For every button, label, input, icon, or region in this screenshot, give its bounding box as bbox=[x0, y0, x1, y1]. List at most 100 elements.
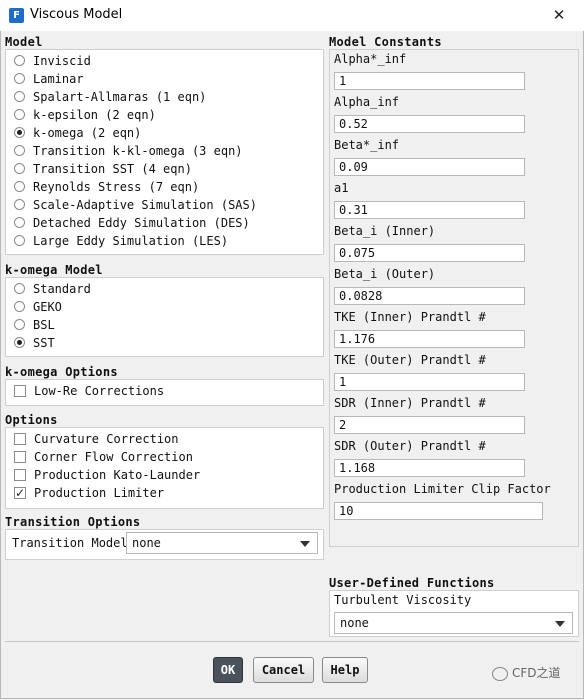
checkbox-label: Production Limiter bbox=[34, 486, 165, 500]
ok-button[interactable]: OK bbox=[213, 657, 243, 683]
udf-section-title: User-Defined Functions bbox=[329, 576, 495, 590]
model-option-detached-eddy-simulation-des[interactable]: Detached Eddy Simulation (DES) bbox=[14, 215, 250, 232]
constant-input-beta-i-outer[interactable]: 0.0828 bbox=[334, 287, 525, 305]
radio-button[interactable] bbox=[14, 145, 25, 156]
constant-input-alpha-inf[interactable]: 1 bbox=[334, 72, 525, 90]
komega-check-low-re-corrections[interactable]: Low-Re Corrections bbox=[14, 383, 164, 400]
option-check-corner-flow-correction[interactable]: Corner Flow Correction bbox=[14, 449, 193, 466]
constant-label-production-limiter-clip-factor: Production Limiter Clip Factor bbox=[334, 482, 551, 496]
watermark-text: CFD之道 bbox=[512, 666, 561, 680]
checkbox[interactable] bbox=[14, 384, 26, 397]
constant-label-beta-i-outer: Beta_i (Outer) bbox=[334, 267, 436, 281]
constant-label-beta-i-inner: Beta_i (Inner) bbox=[334, 224, 436, 238]
checkbox[interactable] bbox=[14, 432, 26, 445]
window-title: Viscous Model bbox=[30, 7, 123, 22]
constant-label-a1: a1 bbox=[334, 181, 349, 195]
radio-button[interactable] bbox=[14, 55, 25, 66]
radio-button[interactable] bbox=[14, 235, 25, 246]
checkbox-label: Production Kato-Launder bbox=[34, 468, 201, 482]
model-option-k-omega-2-eqn[interactable]: k-omega (2 eqn) bbox=[14, 125, 141, 142]
option-label: SST bbox=[33, 336, 55, 350]
transition-model-label: Transition Model bbox=[12, 536, 128, 550]
chevron-down-icon bbox=[300, 541, 310, 547]
komega-option-bsl[interactable]: BSL bbox=[14, 317, 55, 334]
transition-model-value: none bbox=[132, 536, 161, 550]
constant-input-tke-inner-prandtl[interactable]: 1.176 bbox=[334, 330, 525, 348]
transition-model-select[interactable]: none bbox=[126, 532, 318, 554]
constant-label-tke-inner-prandtl: TKE (Inner) Prandtl # bbox=[334, 310, 486, 324]
option-check-production-limiter[interactable]: Production Limiter bbox=[14, 485, 164, 502]
constant-label-alpha-inf: Alpha*_inf bbox=[334, 52, 407, 66]
radio-button[interactable] bbox=[14, 217, 25, 228]
option-label: Detached Eddy Simulation (DES) bbox=[33, 216, 250, 230]
option-label: BSL bbox=[33, 318, 55, 332]
model-option-transition-sst-4-eqn[interactable]: Transition SST (4 eqn) bbox=[14, 161, 192, 178]
constant-input-beta-i-inner[interactable]: 0.075 bbox=[334, 244, 525, 262]
option-label: Standard bbox=[33, 282, 91, 296]
constant-input-tke-outer-prandtl[interactable]: 1 bbox=[334, 373, 525, 391]
constant-label-tke-outer-prandtl: TKE (Outer) Prandtl # bbox=[334, 353, 486, 367]
komega-model-section-title: k-omega Model bbox=[5, 263, 103, 277]
model-option-inviscid[interactable]: Inviscid bbox=[14, 53, 91, 70]
radio-button[interactable] bbox=[14, 127, 25, 138]
constant-label-sdr-outer-prandtl: SDR (Outer) Prandtl # bbox=[334, 439, 486, 453]
komega-option-geko[interactable]: GEKO bbox=[14, 299, 62, 316]
radio-button[interactable] bbox=[14, 163, 25, 174]
model-constants-section-title: Model Constants bbox=[329, 35, 442, 49]
radio-button[interactable] bbox=[14, 337, 25, 348]
constant-input-sdr-outer-prandtl[interactable]: 1.168 bbox=[334, 459, 525, 477]
model-section-title: Model bbox=[5, 35, 43, 49]
radio-button[interactable] bbox=[14, 91, 25, 102]
constant-input-alpha-inf[interactable]: 0.52 bbox=[334, 115, 525, 133]
option-check-curvature-correction[interactable]: Curvature Correction bbox=[14, 431, 179, 448]
transition-options-section-title: Transition Options bbox=[5, 515, 141, 529]
turbulent-viscosity-label: Turbulent Viscosity bbox=[334, 593, 472, 607]
option-label: Laminar bbox=[33, 72, 84, 86]
fluent-app-icon: F bbox=[9, 8, 24, 23]
constant-label-sdr-inner-prandtl: SDR (Inner) Prandtl # bbox=[334, 396, 486, 410]
checkbox[interactable] bbox=[14, 468, 26, 481]
constant-label-beta-inf: Beta*_inf bbox=[334, 138, 400, 152]
radio-button[interactable] bbox=[14, 199, 25, 210]
chevron-down-icon bbox=[555, 621, 565, 627]
constant-input-beta-inf[interactable]: 0.09 bbox=[334, 158, 525, 176]
close-icon[interactable]: ✕ bbox=[548, 5, 570, 25]
checkbox-label: Curvature Correction bbox=[34, 432, 179, 446]
model-option-reynolds-stress-7-eqn[interactable]: Reynolds Stress (7 eqn) bbox=[14, 179, 199, 196]
radio-button[interactable] bbox=[14, 301, 25, 312]
radio-button[interactable] bbox=[14, 283, 25, 294]
komega-option-sst[interactable]: SST bbox=[14, 335, 55, 352]
option-label: Inviscid bbox=[33, 54, 91, 68]
option-check-production-kato-launder[interactable]: Production Kato-Launder bbox=[14, 467, 200, 484]
model-option-transition-k-kl-omega-3-eqn[interactable]: Transition k-kl-omega (3 eqn) bbox=[14, 143, 243, 160]
help-button[interactable]: Help bbox=[322, 657, 368, 683]
option-label: Transition k-kl-omega (3 eqn) bbox=[33, 144, 243, 158]
constant-input-a1[interactable]: 0.31 bbox=[334, 201, 525, 219]
model-option-spalart-allmaras-1-eqn[interactable]: Spalart-Allmaras (1 eqn) bbox=[14, 89, 206, 106]
title-bar: F Viscous Model ✕ bbox=[0, 0, 584, 31]
checkbox-label: Corner Flow Correction bbox=[34, 450, 193, 464]
model-option-large-eddy-simulation-les[interactable]: Large Eddy Simulation (LES) bbox=[14, 233, 228, 250]
radio-button[interactable] bbox=[14, 73, 25, 84]
model-option-scale-adaptive-simulation-sas[interactable]: Scale-Adaptive Simulation (SAS) bbox=[14, 197, 257, 214]
turbulent-viscosity-value: none bbox=[340, 616, 369, 630]
turbulent-viscosity-select[interactable]: none bbox=[334, 612, 573, 634]
model-option-laminar[interactable]: Laminar bbox=[14, 71, 84, 88]
radio-button[interactable] bbox=[14, 181, 25, 192]
bottom-separator bbox=[5, 641, 579, 642]
radio-button[interactable] bbox=[14, 319, 25, 330]
model-option-k-epsilon-2-eqn[interactable]: k-epsilon (2 eqn) bbox=[14, 107, 156, 124]
checkbox[interactable] bbox=[14, 485, 26, 502]
checkbox[interactable] bbox=[14, 450, 26, 463]
komega-option-standard[interactable]: Standard bbox=[14, 281, 91, 298]
constant-input-production-limiter-clip-factor[interactable]: 10 bbox=[334, 502, 543, 520]
option-label: k-omega (2 eqn) bbox=[33, 126, 142, 140]
option-label: Reynolds Stress (7 eqn) bbox=[33, 180, 200, 194]
constant-label-alpha-inf: Alpha_inf bbox=[334, 95, 400, 109]
option-label: GEKO bbox=[33, 300, 62, 314]
radio-button[interactable] bbox=[14, 109, 25, 120]
cancel-button[interactable]: Cancel bbox=[253, 657, 314, 683]
constant-input-sdr-inner-prandtl[interactable]: 2 bbox=[334, 416, 525, 434]
option-label: Transition SST (4 eqn) bbox=[33, 162, 192, 176]
options-section-title: Options bbox=[5, 413, 58, 427]
